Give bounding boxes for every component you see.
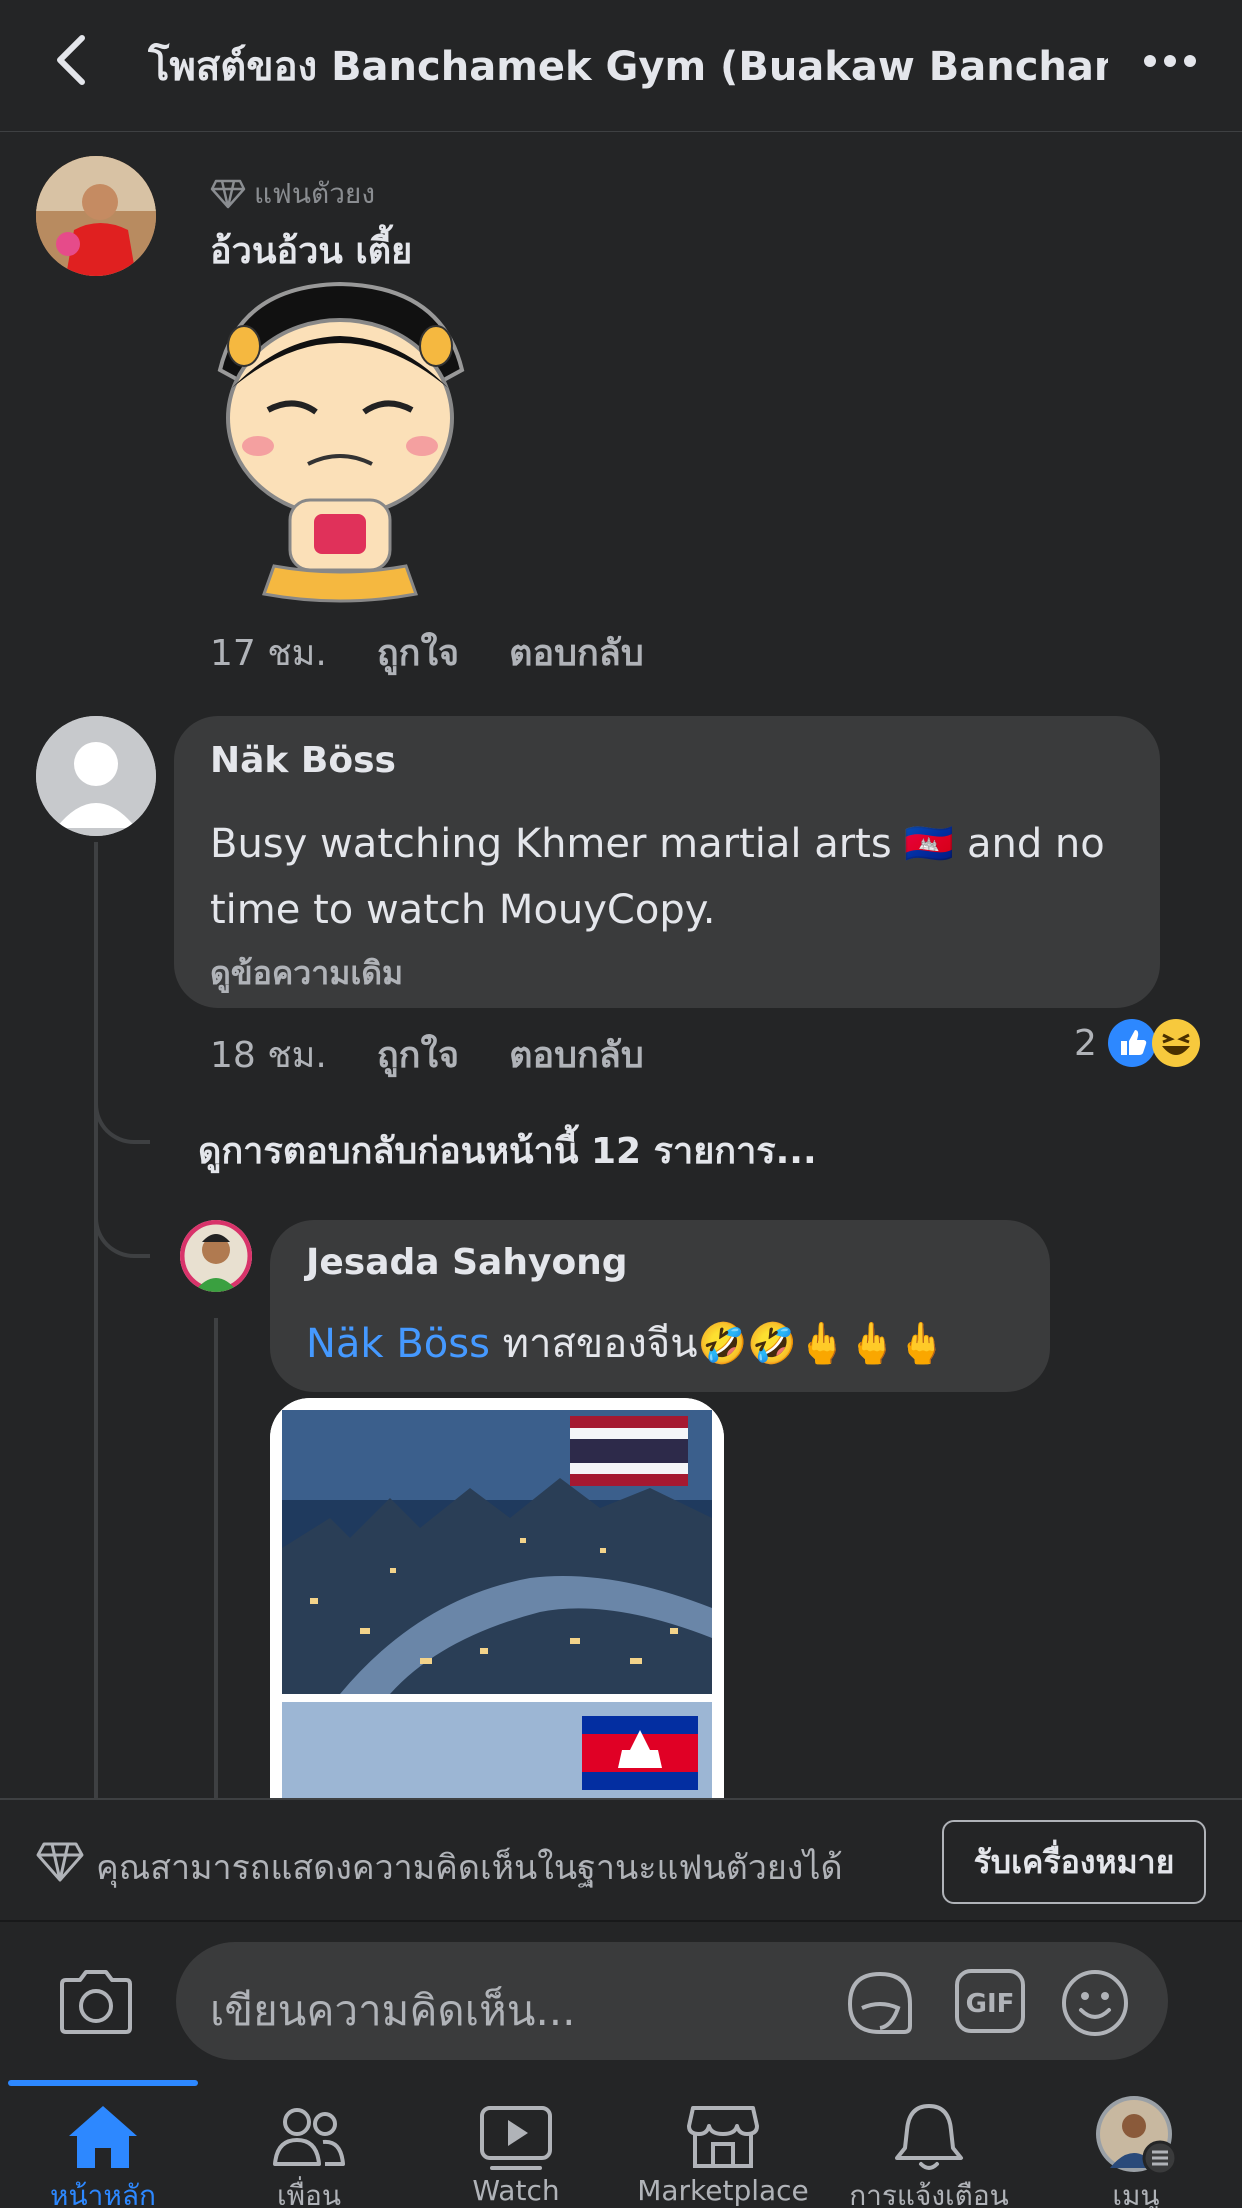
reaction-count: 2 (1074, 1022, 1097, 1064)
page-title: โพสต์ของ Banchamek Gym (Buakaw Banchame.… (148, 44, 1108, 90)
avatar[interactable] (180, 1220, 252, 1292)
reaction-summary[interactable]: 2 (1074, 1018, 1201, 1068)
svg-text:GIF: GIF (966, 1989, 1015, 2019)
fan-notice-text: คุณสามารถแสดงความคิดเห็นในฐานะแฟนตัวยงได… (96, 1848, 843, 1888)
home-icon (69, 2106, 137, 2168)
comment-composer: เขียนความคิดเห็น... GIF (0, 1920, 1242, 2080)
comment-time: 17 ชม. (210, 633, 327, 674)
comment-author[interactable]: อ้วนอ้วน เตี้ย (210, 222, 412, 279)
gif-icon: GIF (955, 1969, 1025, 2033)
top-bar: โพสต์ของ Banchamek Gym (Buakaw Banchame.… (0, 0, 1242, 132)
default-user-icon (36, 716, 156, 836)
smiley-icon (1062, 1970, 1128, 2036)
reply-image[interactable] (270, 1398, 724, 1798)
reply-author[interactable]: Jesada Sahyong (306, 1242, 628, 1283)
comment-time: 18 ชม. (210, 1035, 327, 1076)
avatar[interactable] (36, 156, 156, 276)
tab-label: หน้าหลัก (50, 2179, 156, 2208)
tab-label: Marketplace (637, 2174, 809, 2207)
menu-avatar-icon (1096, 2096, 1178, 2174)
watch-icon (480, 2106, 552, 2170)
like-button[interactable]: ถูกใจ (377, 624, 459, 681)
active-tab-indicator (8, 2080, 198, 2086)
comment-author[interactable]: Näk Böss (210, 740, 396, 781)
tab-marketplace[interactable]: Marketplace (623, 2094, 823, 2208)
comment-text-line2: time to watch MouyCopy. (210, 887, 716, 933)
comment-text: Busy watching Khmer martial arts 🇰🇭 and … (210, 821, 1105, 867)
tab-label: การแจ้งเตือน (849, 2179, 1009, 2208)
city-photo-image (270, 1398, 724, 1798)
thread-curve (94, 1200, 150, 1258)
tab-label: เมนู (1112, 2179, 1160, 2208)
reply-bubble[interactable]: Jesada Sahyong Näk Böss ทาสของจีน🤣🤣🖕🖕🖕 (270, 1220, 1050, 1392)
tab-menu[interactable]: เมนู (1036, 2094, 1236, 2208)
bell-icon (895, 2104, 963, 2170)
back-button[interactable] (44, 30, 104, 90)
fan-badge-label: แฟนตัวยง (254, 177, 375, 210)
comment-bubble[interactable]: Näk Böss Busy watching Khmer martial art… (174, 716, 1160, 1008)
tab-notifications[interactable]: การแจ้งเตือน (829, 2094, 1029, 2208)
fan-notice-bar: คุณสามารถแสดงความคิดเห็นในฐานะแฟนตัวยงได… (0, 1798, 1242, 1920)
chevron-left-icon (57, 35, 85, 85)
comment-actions: 17 ชม. ถูกใจ ตอบกลับ (210, 624, 644, 681)
sticker-icon (847, 1971, 912, 2034)
bottom-tab-bar: หน้าหลัก เพื่อน Watch Marketplace การแจ้… (0, 2080, 1242, 2208)
user-photo-icon (36, 156, 156, 276)
cambodia-flag-icon (582, 1716, 698, 1790)
comment-input[interactable]: เขียนความคิดเห็น... GIF (176, 1942, 1168, 2060)
gif-button[interactable]: GIF (954, 1968, 1026, 2038)
cambodia-flag-icon: 🇰🇭 (904, 821, 955, 867)
sticker-button[interactable] (842, 1968, 918, 2042)
user-photo-icon (180, 1220, 252, 1292)
avatar[interactable] (36, 716, 156, 836)
emoji-button[interactable] (1060, 1968, 1130, 2042)
get-badge-button[interactable]: รับเครื่องหมาย (942, 1820, 1206, 1904)
thread-line (214, 1318, 218, 1800)
reply-button[interactable]: ตอบกลับ (509, 1026, 644, 1083)
camera-button[interactable] (56, 1966, 136, 2038)
more-dots-icon (1144, 55, 1196, 67)
view-previous-replies[interactable]: ดูการตอบกลับก่อนหน้านี้ 12 รายการ... (198, 1122, 817, 1179)
more-options-button[interactable] (1140, 36, 1200, 86)
diamond-icon (36, 1842, 84, 1882)
tab-watch[interactable]: Watch (416, 2094, 616, 2208)
haha-reaction-icon (1151, 1019, 1200, 1067)
camera-icon (60, 1970, 132, 2034)
like-reaction-icon (1107, 1019, 1156, 1067)
like-button[interactable]: ถูกใจ (377, 1026, 459, 1083)
friends-icon (273, 2108, 345, 2166)
tab-label: Watch (472, 2174, 560, 2207)
marketplace-icon (687, 2106, 759, 2168)
sticker-image (180, 278, 500, 608)
thread-line (94, 842, 98, 1800)
comment-actions: 18 ชม. ถูกใจ ตอบกลับ (210, 1026, 644, 1083)
fan-badge: แฟนตัวยง (210, 172, 375, 216)
thailand-flag-icon (570, 1416, 688, 1486)
reply-button[interactable]: ตอบกลับ (509, 624, 644, 681)
see-original-link[interactable]: ดูข้อความเดิม (210, 948, 403, 999)
comment-placeholder: เขียนความคิดเห็น... (210, 1986, 576, 2035)
reply-text: Näk Böss ทาสของจีน🤣🤣🖕🖕🖕 (306, 1321, 947, 1367)
tab-label: เพื่อน (277, 2179, 341, 2208)
thread-curve (94, 1080, 150, 1144)
tab-home[interactable]: หน้าหลัก (3, 2094, 203, 2208)
tab-friends[interactable]: เพื่อน (209, 2094, 409, 2208)
diamond-icon (210, 179, 246, 209)
mention-link[interactable]: Näk Böss (306, 1321, 490, 1367)
